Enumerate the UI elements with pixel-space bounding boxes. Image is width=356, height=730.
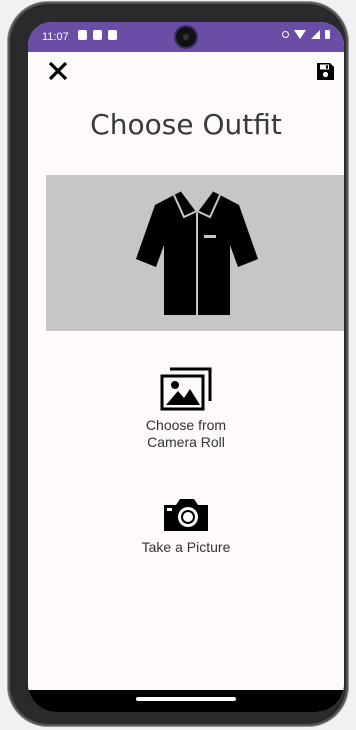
home-gesture-pill[interactable] <box>136 697 236 701</box>
take-picture-button[interactable]: Take a Picture <box>126 497 246 556</box>
notification-icons <box>78 30 117 40</box>
app-notification-icon <box>108 30 117 40</box>
camera-roll-label-line1: Choose from <box>145 417 227 433</box>
status-bar: 11:07 <box>28 22 344 52</box>
navigation-bar <box>28 690 344 712</box>
floppy-disk-icon <box>316 62 334 80</box>
gallery-icon <box>160 367 212 411</box>
outfit-preview[interactable] <box>46 175 344 331</box>
take-picture-label: Take a Picture <box>141 539 231 555</box>
camera-icon <box>164 499 208 531</box>
close-button[interactable] <box>46 59 70 83</box>
system-icons <box>282 30 330 39</box>
shield-icon <box>78 30 87 40</box>
camera-roll-label-line2: Camera Roll <box>147 434 225 450</box>
battery-icon <box>325 30 330 39</box>
phone-frame: 11:07 Choose Outfit Choose from Camera R… <box>8 2 348 726</box>
front-camera <box>176 27 196 47</box>
screen: 11:07 Choose Outfit Choose from Camera R… <box>28 22 344 712</box>
signal-icon <box>311 30 320 39</box>
choose-camera-roll-button[interactable]: Choose from Camera Roll <box>126 367 246 451</box>
page-title: Choose Outfit <box>90 108 282 141</box>
location-icon <box>282 31 289 38</box>
save-button[interactable] <box>314 60 336 82</box>
close-icon <box>48 61 68 81</box>
status-time: 11:07 <box>42 31 69 43</box>
sim-icon <box>93 30 102 40</box>
wifi-icon <box>294 30 306 39</box>
shirt-icon <box>136 190 258 315</box>
